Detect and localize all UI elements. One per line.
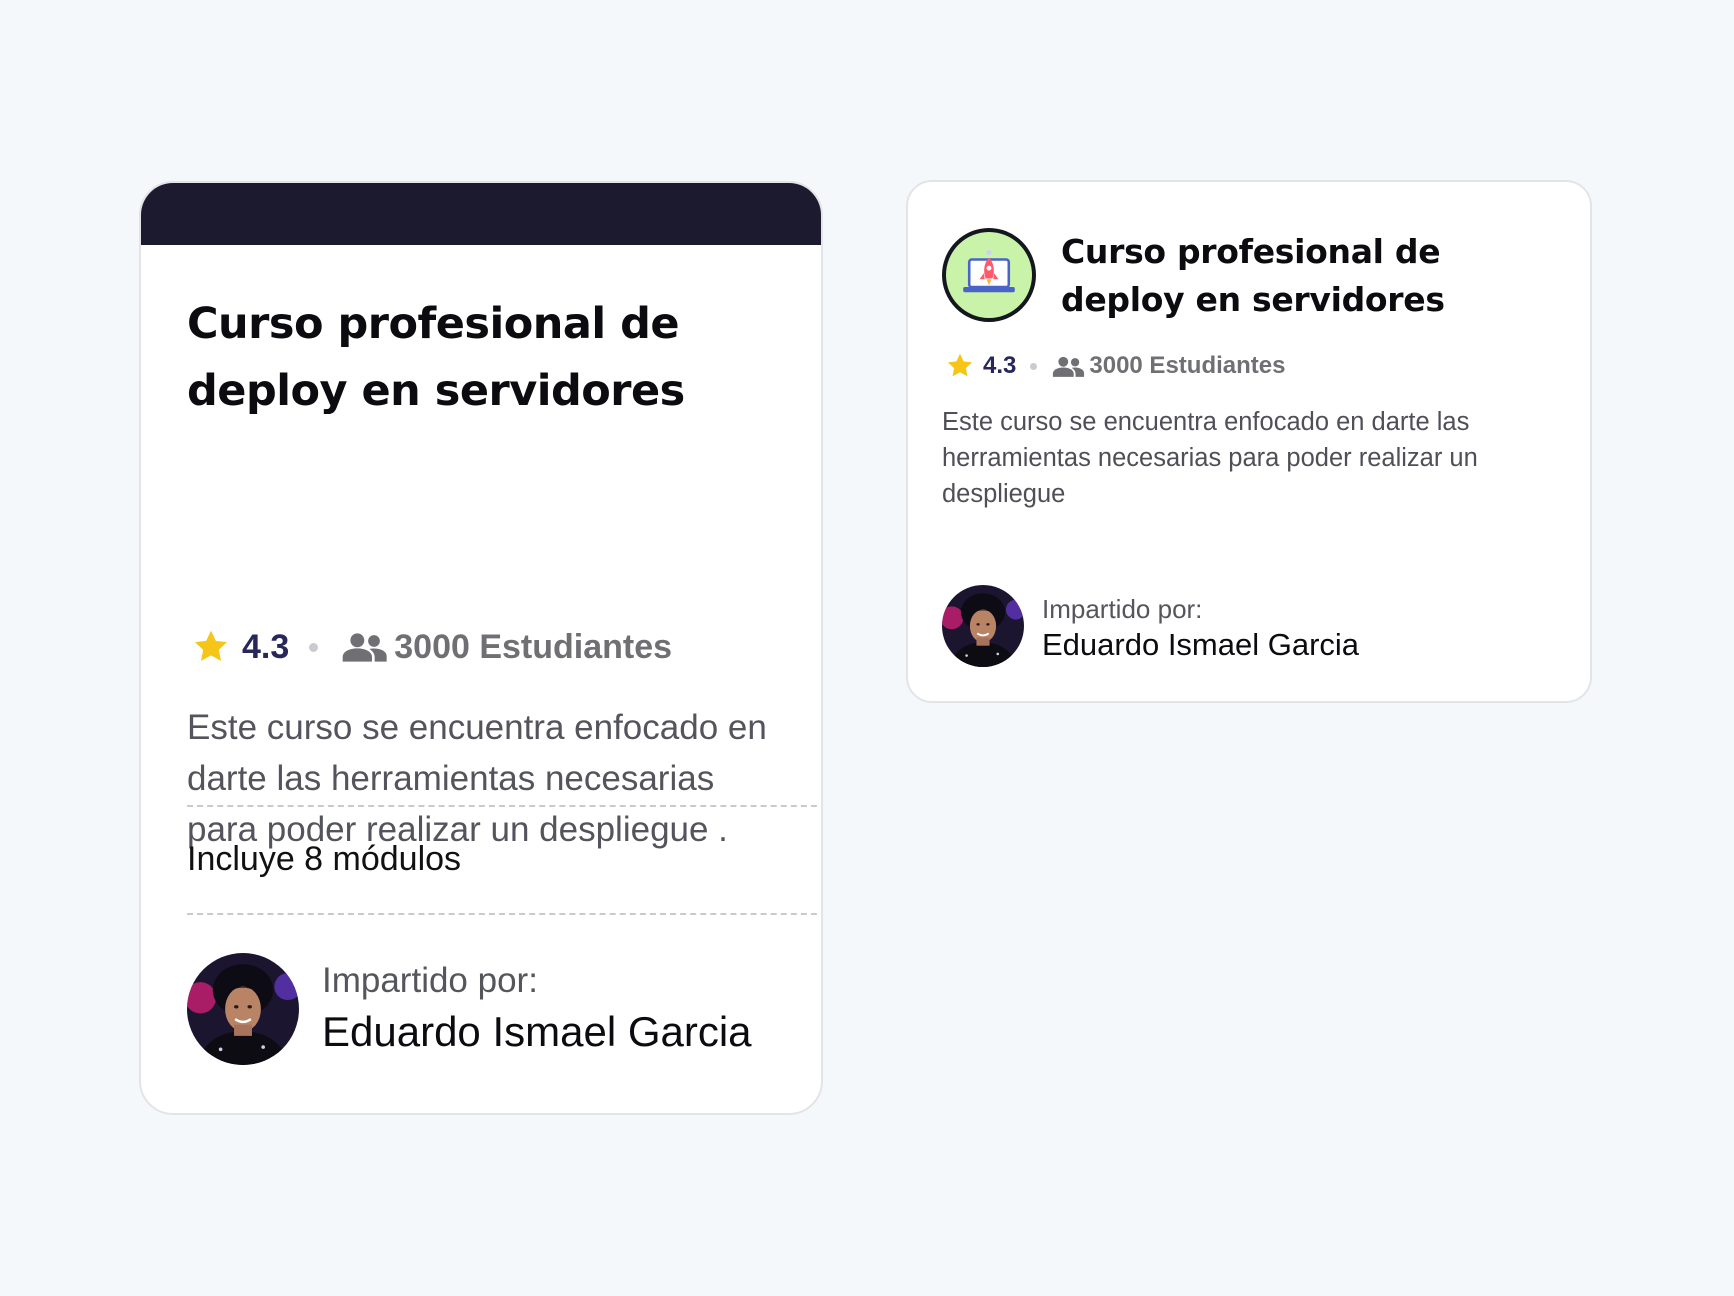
course-title[interactable]: Curso profesional de deploy en servidore… <box>187 291 787 425</box>
people-icon <box>1051 355 1085 378</box>
star-icon <box>191 627 231 667</box>
instructor-avatar[interactable] <box>942 585 1024 667</box>
students-count: 3000 Estudiantes <box>1089 352 1286 379</box>
modules-count: Incluye 8 módulos <box>187 840 462 878</box>
course-meta: 4.3 3000 Estudiantes <box>945 348 1285 384</box>
rating-value: 4.3 <box>242 627 290 666</box>
separator-dot <box>309 642 319 652</box>
course-card-compact[interactable]: Curso profesional de deploy en servidore… <box>906 180 1592 703</box>
separator-dot <box>1030 362 1038 370</box>
course-description: Este curso se encuentra enfocado en dart… <box>942 408 1478 508</box>
taught-by-label: Impartido por: <box>322 961 538 1000</box>
instructor-avatar[interactable] <box>187 953 299 1065</box>
rating-value: 4.3 <box>983 352 1017 379</box>
dashed-divider <box>187 913 821 915</box>
course-meta: 4.3 3000 Estudiantes <box>191 623 672 671</box>
students-count: 3000 Estudiantes <box>394 627 673 666</box>
card-banner <box>141 183 821 245</box>
people-icon <box>340 631 388 663</box>
rocket-laptop-icon <box>942 228 1036 322</box>
taught-by-label: Impartido por: <box>1042 594 1203 624</box>
dashed-divider <box>187 805 821 807</box>
instructor-name[interactable]: Eduardo Ismael Garcia <box>322 1005 752 1059</box>
instructor-name[interactable]: Eduardo Ismael Garcia <box>1042 625 1359 665</box>
course-card-large[interactable]: Curso profesional de deploy en servidore… <box>139 181 823 1115</box>
star-icon <box>945 351 975 381</box>
course-title[interactable]: Curso profesional de deploy en servidore… <box>1061 228 1561 324</box>
course-description: Este curso se encuentra enfocado en dart… <box>187 708 767 849</box>
